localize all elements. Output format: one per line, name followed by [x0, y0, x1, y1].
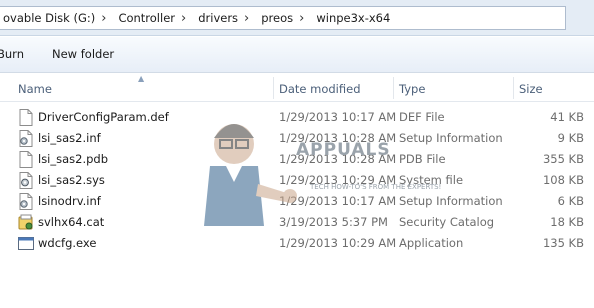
- sort-ascending-icon: ▲: [138, 74, 145, 83]
- command-bar: Burn New folder: [0, 37, 594, 73]
- column-header-name[interactable]: Name: [18, 82, 52, 96]
- file-type: Setup Information: [399, 194, 503, 208]
- file-type: Setup Information: [399, 131, 503, 145]
- blank-file-icon: [19, 109, 33, 126]
- column-header-size[interactable]: Size: [519, 82, 543, 96]
- table-row[interactable]: lsinodrv.inf 1/29/2013 10:17 AM Setup In…: [0, 191, 594, 212]
- file-size: 41 KB: [550, 110, 584, 124]
- table-row[interactable]: lsi_sas2.sys 1/29/2013 10:29 AM System f…: [0, 170, 594, 191]
- file-date: 1/29/2013 10:17 AM: [279, 194, 397, 208]
- chevron-right-icon[interactable]: ›: [297, 11, 310, 26]
- file-date: 3/19/2013 5:37 PM: [279, 215, 388, 229]
- breadcrumb-preos[interactable]: preos: [255, 11, 297, 25]
- column-divider[interactable]: [393, 77, 394, 99]
- setup-info-icon: [19, 130, 33, 147]
- burn-button[interactable]: Burn: [0, 47, 24, 61]
- file-type: PDB File: [399, 152, 446, 166]
- column-header-row: ▲ Name Date modified Type Size: [0, 74, 594, 102]
- file-name: lsi_sas2.sys: [38, 173, 105, 187]
- watermark-tagline: TECH HOW-TO'S FROM THE EXPERTS!: [310, 183, 442, 191]
- table-row[interactable]: wdcfg.exe 1/29/2013 10:29 AM Application…: [0, 233, 594, 254]
- file-name: DriverConfigParam.def: [38, 110, 169, 124]
- table-row[interactable]: DriverConfigParam.def 1/29/2013 10:17 AM…: [0, 107, 594, 128]
- column-header-type[interactable]: Type: [399, 82, 425, 96]
- file-size: 355 KB: [542, 152, 584, 166]
- setup-info-icon: [19, 193, 33, 210]
- file-type: Application: [399, 236, 464, 250]
- file-size: 18 KB: [550, 215, 584, 229]
- breadcrumb-drivers[interactable]: drivers: [192, 11, 242, 25]
- table-row[interactable]: svlhx64.cat 3/19/2013 5:37 PM Security C…: [0, 212, 594, 233]
- watermark-brand: APPUALS: [296, 140, 391, 160]
- breadcrumb-controller[interactable]: Controller: [112, 11, 179, 25]
- file-name: lsinodrv.inf: [38, 194, 101, 208]
- file-type: DEF File: [399, 110, 445, 124]
- file-date: 1/29/2013 10:29 AM: [279, 236, 397, 250]
- new-folder-button[interactable]: New folder: [52, 47, 114, 61]
- chevron-right-icon[interactable]: ›: [99, 11, 112, 26]
- file-size: 135 KB: [542, 236, 584, 250]
- security-catalog-icon: [18, 214, 33, 230]
- file-size: 6 KB: [557, 194, 584, 208]
- file-name: svlhx64.cat: [38, 215, 105, 229]
- blank-file-icon: [19, 151, 33, 168]
- column-divider[interactable]: [513, 77, 514, 99]
- file-name: lsi_sas2.pdb: [38, 152, 109, 166]
- address-bar-area: ovable Disk (G:) › Controller › drivers …: [0, 0, 594, 36]
- chevron-right-icon[interactable]: ›: [179, 11, 192, 26]
- address-bar[interactable]: ovable Disk (G:) › Controller › drivers …: [0, 6, 566, 30]
- column-header-date[interactable]: Date modified: [279, 82, 361, 96]
- file-name: lsi_sas2.inf: [38, 131, 101, 145]
- application-icon: [18, 237, 34, 250]
- column-divider[interactable]: [273, 77, 274, 99]
- breadcrumb-winpe3x-x64[interactable]: winpe3x-x64: [310, 11, 394, 25]
- chevron-right-icon[interactable]: ›: [242, 11, 255, 26]
- breadcrumb-drive[interactable]: ovable Disk (G:): [0, 11, 99, 25]
- file-type: Security Catalog: [399, 215, 495, 229]
- file-name: wdcfg.exe: [38, 236, 97, 250]
- file-size: 9 KB: [557, 131, 584, 145]
- file-date: 1/29/2013 10:17 AM: [279, 110, 397, 124]
- file-size: 108 KB: [542, 173, 584, 187]
- system-file-icon: [19, 172, 33, 189]
